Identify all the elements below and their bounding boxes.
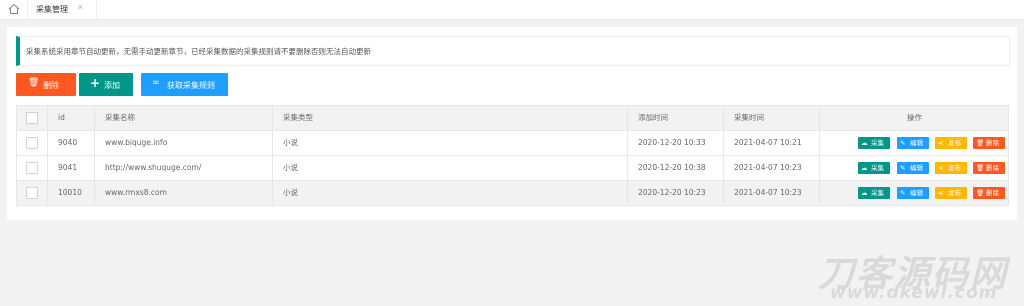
collect-label: 采集 — [871, 189, 884, 197]
close-icon[interactable]: ✕ — [77, 3, 84, 12]
collect-button[interactable]: ☁ 采集 — [858, 162, 890, 174]
edit-label: 编辑 — [910, 139, 923, 147]
row-type: 小说 — [283, 163, 298, 172]
collect-icon: ☁ — [861, 189, 868, 197]
collect-label: 采集 — [871, 139, 884, 147]
header-actions: 操作 — [907, 113, 922, 122]
row-checkbox[interactable] — [26, 187, 38, 199]
edit-label: 编辑 — [910, 189, 923, 197]
home-icon[interactable] — [7, 2, 21, 16]
link-icon: ∞ — [152, 78, 160, 88]
tab-label: 采集管理 — [36, 5, 68, 14]
notice-box: 采集系统采用章节自动更新，无需手动更新章节，已经采集数据的采集规则请不要删除否则… — [16, 36, 1010, 66]
share-icon: ⋖ — [938, 189, 944, 197]
select-all-checkbox[interactable] — [26, 112, 38, 124]
delete-button-label: 删除 — [43, 81, 59, 90]
share-icon: ⋖ — [938, 164, 944, 172]
row-id: 9041 — [58, 163, 78, 172]
row-added: 2020-12-20 10:33 — [638, 138, 706, 147]
row-delete-button[interactable]: 🗑 删除 — [973, 137, 1005, 149]
trash-icon: 🗑 — [28, 78, 40, 88]
row-id: 10010 — [58, 188, 82, 197]
row-added: 2020-12-20 10:38 — [638, 163, 706, 172]
row-delete-label: 删除 — [986, 189, 999, 197]
row-type: 小说 — [283, 138, 298, 147]
collect-icon: ☁ — [861, 164, 868, 172]
pencil-icon: ✎ — [900, 189, 906, 197]
tab-bar: 采集管理 ✕ — [0, 0, 1024, 20]
table-row: 9040 www.biquge.info 小说 2020-12-20 10:33… — [17, 131, 1008, 156]
row-collected: 2021-04-07 10:23 — [734, 188, 802, 197]
row-collected: 2021-04-07 10:21 — [734, 138, 802, 147]
watermark-url: www.dkewl.com — [830, 283, 998, 303]
table-row: 9041 http://www.shuquge.com/ 小说 2020-12-… — [17, 156, 1008, 181]
row-added: 2020-12-20 10:23 — [638, 188, 706, 197]
pencil-icon: ✎ — [900, 164, 906, 172]
add-button[interactable]: + 添加 — [79, 73, 133, 96]
notice-text: 采集系统采用章节自动更新，无需手动更新章节，已经采集数据的采集规则请不要删除否则… — [26, 47, 371, 56]
header-id: id — [58, 113, 65, 122]
row-name: www.rmxs8.com — [105, 188, 167, 197]
add-button-label: 添加 — [104, 81, 120, 90]
publish-label: 发布 — [948, 164, 961, 172]
collect-label: 采集 — [871, 164, 884, 172]
edit-button[interactable]: ✎ 编辑 — [897, 162, 929, 174]
fetch-rules-button[interactable]: ∞ 获取采集规则 — [141, 73, 228, 96]
fetch-rules-button-label: 获取采集规则 — [167, 81, 215, 90]
delete-button[interactable]: 🗑 删除 — [16, 73, 76, 96]
row-checkbox[interactable] — [26, 137, 38, 149]
publish-button[interactable]: ⋖ 发布 — [935, 187, 967, 199]
pencil-icon: ✎ — [900, 139, 906, 147]
row-name: www.biquge.info — [105, 138, 168, 147]
table-row: 10010 www.rmxs8.com 小说 2020-12-20 10:23 … — [17, 181, 1008, 205]
row-collected: 2021-04-07 10:23 — [734, 163, 802, 172]
table-header: id 采集名称 采集类型 添加时间 采集时间 操作 — [17, 106, 1008, 131]
row-delete-button[interactable]: 🗑 删除 — [973, 162, 1005, 174]
trash-icon: 🗑 — [976, 164, 985, 172]
publish-button[interactable]: ⋖ 发布 — [935, 137, 967, 149]
share-icon: ⋖ — [938, 139, 944, 147]
collect-table: id 采集名称 采集类型 添加时间 采集时间 操作 9040 www.biqug… — [16, 105, 1009, 206]
trash-icon: 🗑 — [976, 189, 985, 197]
header-type: 采集类型 — [283, 113, 313, 122]
row-type: 小说 — [283, 188, 298, 197]
publish-button[interactable]: ⋖ 发布 — [935, 162, 967, 174]
header-collected: 采集时间 — [734, 113, 764, 122]
edit-button[interactable]: ✎ 编辑 — [897, 187, 929, 199]
watermark: 刀客源码网 www.dkewl.com — [818, 245, 1018, 305]
edit-label: 编辑 — [910, 164, 923, 172]
trash-icon: 🗑 — [976, 139, 985, 147]
plus-icon: + — [90, 76, 101, 90]
row-name: http://www.shuquge.com/ — [105, 163, 202, 172]
publish-label: 发布 — [948, 139, 961, 147]
row-id: 9040 — [58, 138, 78, 147]
main-card: 采集系统采用章节自动更新，无需手动更新章节，已经采集数据的采集规则请不要删除否则… — [7, 27, 1017, 220]
header-added: 添加时间 — [638, 113, 668, 122]
row-delete-label: 删除 — [986, 164, 999, 172]
edit-button[interactable]: ✎ 编辑 — [897, 137, 929, 149]
row-delete-button[interactable]: 🗑 删除 — [973, 187, 1005, 199]
tab-collect-manage[interactable]: 采集管理 ✕ — [27, 0, 97, 19]
row-checkbox[interactable] — [26, 162, 38, 174]
collect-button[interactable]: ☁ 采集 — [858, 187, 890, 199]
row-delete-label: 删除 — [986, 139, 999, 147]
collect-icon: ☁ — [861, 139, 868, 147]
header-name: 采集名称 — [105, 113, 135, 122]
publish-label: 发布 — [948, 189, 961, 197]
collect-button[interactable]: ☁ 采集 — [858, 137, 890, 149]
